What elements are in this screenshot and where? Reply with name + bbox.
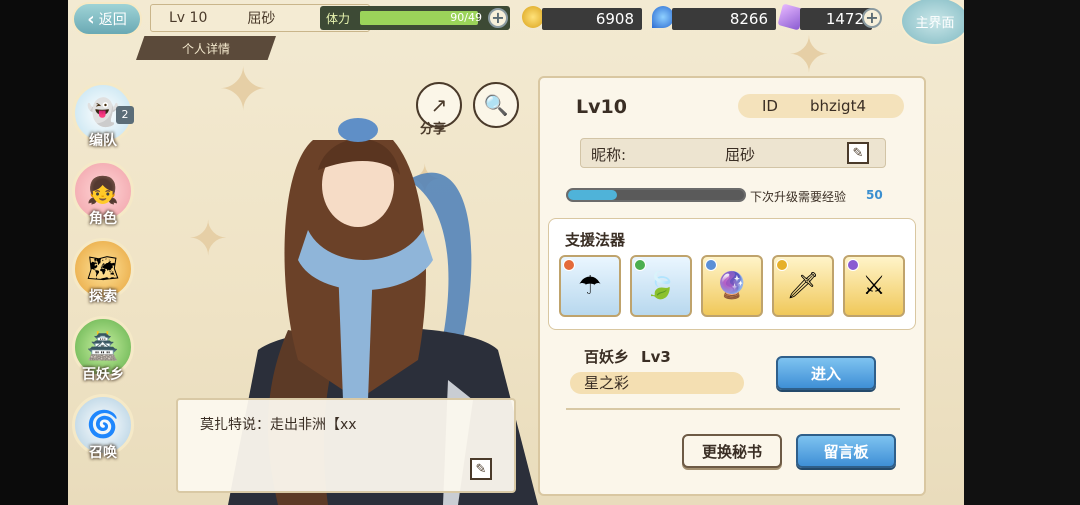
secretary-speech-bubble: 莫扎特说：走出非洲【xx ✎ (176, 398, 516, 493)
village-level: Lv3 (641, 348, 671, 366)
nav-team[interactable]: 👻 2 编队 (70, 82, 136, 156)
nav-character[interactable]: 👧 角色 (70, 160, 136, 234)
profile-level: Lv10 (576, 96, 627, 118)
enter-village-button[interactable]: 进入 (776, 356, 876, 390)
player-level: Lv 10 (169, 10, 208, 26)
id-value: bhzigt4 (809, 97, 866, 115)
change-secretary-label: 更换秘书 (701, 442, 762, 461)
element-light-icon (776, 259, 788, 271)
nav-summon[interactable]: 🌀 召唤 (70, 394, 136, 468)
element-wind-icon (634, 259, 646, 271)
add-stamina-button[interactable]: + (488, 8, 508, 28)
exp-value: 50 (866, 188, 883, 202)
artifact-slot-3[interactable]: 🔮 (701, 255, 763, 317)
personal-details-label: 个人详情 (181, 41, 230, 56)
nav-label: 召唤 (89, 445, 117, 461)
share-label: 分享 (420, 122, 447, 137)
element-fire-icon (563, 259, 575, 271)
speech-text: 莫扎特说：走出非洲【xx (200, 417, 357, 433)
back-button[interactable]: ‹ 返回 (72, 2, 142, 36)
orb-artifact-icon: 🔮 (715, 271, 749, 301)
add-gem-button[interactable]: + (862, 8, 882, 28)
profile-panel: Lv10 ID bhzigt4 昵称: 屈砂 ✎ 下次升级需要经验 50 支援法… (538, 76, 926, 496)
nav-label: 编队 (89, 133, 117, 149)
enter-label: 进入 (810, 364, 841, 383)
gold-coin-icon (522, 6, 544, 28)
crystal-amount: 8266 (672, 8, 776, 30)
stamina-bar: 体力 90/49 (320, 6, 510, 30)
artifact-slot-5[interactable]: ⚔ (843, 255, 905, 317)
nav-explore[interactable]: 🗺 探索 (70, 238, 136, 312)
nav-label: 探索 (89, 289, 117, 305)
leaf-artifact-icon: 🍃 (644, 271, 678, 301)
nav-village[interactable]: 🏯 百妖乡 (70, 316, 136, 390)
village-name: 百妖乡 (584, 348, 630, 366)
message-board-label: 留言板 (823, 442, 869, 461)
nickname-label: 昵称: (591, 146, 627, 164)
nav-label: 角色 (89, 211, 117, 227)
artifact-slot-2[interactable]: 🍃 (630, 255, 692, 317)
edit-nickname-button[interactable]: ✎ (847, 142, 869, 164)
stamina-label: 体力 (326, 11, 351, 26)
back-label: 返回 (98, 12, 127, 28)
element-dark-icon (847, 259, 859, 271)
artifact-slot-4[interactable]: 🗡 (772, 255, 834, 317)
village-info: 百妖乡 Lv3 (584, 346, 671, 367)
pencil-icon: ✎ (475, 461, 487, 477)
exp-progress-bar (566, 188, 746, 202)
main-menu-button[interactable]: 主界面 (900, 0, 964, 46)
edit-speech-button[interactable]: ✎ (470, 458, 492, 480)
player-name: 屈砂 (247, 11, 276, 27)
support-artifacts-section: 支援法器 ☂ 🍃 🔮 🗡 ⚔ (548, 218, 916, 330)
element-water-icon (705, 259, 717, 271)
game-stage: ✦ ✦ ✦ ✦ ‹ 返回 Lv 10 屈砂 体力 90/49 + 6908 82… (68, 0, 964, 505)
personal-details-tab: 个人详情 (136, 36, 276, 60)
player-id-box: ID bhzigt4 (738, 94, 904, 118)
zoom-button[interactable]: 🔍 (473, 82, 519, 128)
crystal-drop-icon (652, 6, 674, 28)
artifact-slot-1[interactable]: ☂ (559, 255, 621, 317)
team-badge: 2 (116, 106, 134, 124)
message-board-button[interactable]: 留言板 (796, 434, 896, 468)
main-menu-label: 主界面 (915, 15, 955, 31)
nickname-field: 昵称: 屈砂 ✎ (580, 138, 886, 168)
share-icon: ↗ (430, 93, 448, 117)
change-secretary-button[interactable]: 更换秘书 (682, 434, 782, 468)
sword-artifact-icon: 🗡 (786, 271, 820, 301)
id-label: ID (762, 97, 778, 115)
support-title: 支援法器 (565, 231, 626, 249)
exp-progress-fill (568, 190, 618, 200)
blade-artifact-icon: ⚔ (862, 271, 886, 301)
nav-label: 百妖乡 (82, 367, 124, 383)
village-title: 星之彩 (570, 372, 744, 394)
gold-amount: 6908 (542, 8, 642, 30)
top-bar: ‹ 返回 Lv 10 屈砂 体力 90/49 + 6908 8266 1472 … (68, 0, 964, 46)
magnifier-icon: 🔍 (483, 93, 509, 117)
side-nav: 👻 2 编队 👧 角色 🗺 探索 🏯 百妖乡 🌀 召唤 (70, 82, 142, 472)
nickname-value: 屈砂 (725, 146, 756, 164)
umbrella-artifact-icon: ☂ (578, 271, 602, 301)
chevron-left-icon: ‹ (87, 8, 95, 30)
stamina-value: 90/49 (450, 11, 482, 24)
divider (566, 408, 900, 410)
exp-label: 下次升级需要经验 (750, 190, 847, 204)
pencil-icon: ✎ (852, 145, 864, 161)
